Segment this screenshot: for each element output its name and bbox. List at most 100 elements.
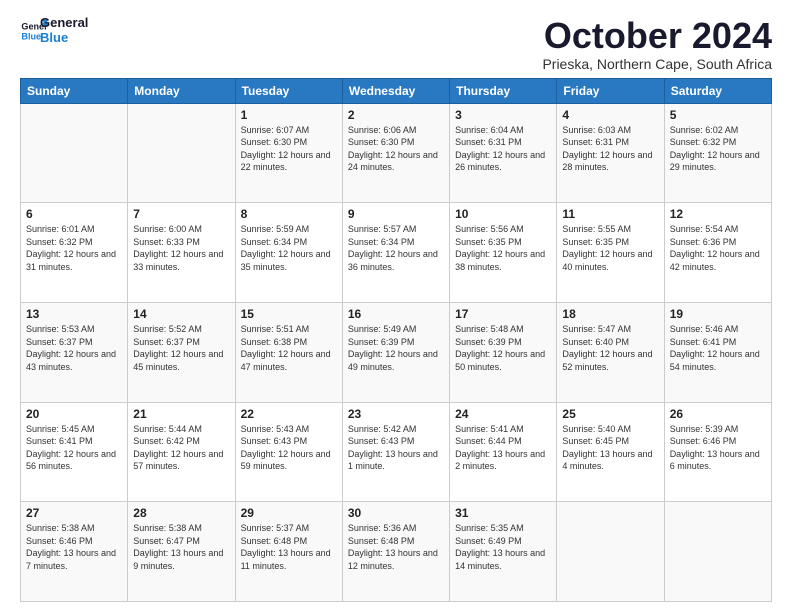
calendar-cell: 8 Sunrise: 5:59 AM Sunset: 6:34 PM Daylig… <box>235 203 342 303</box>
day-number: 2 <box>348 108 444 122</box>
weekday-header-saturday: Saturday <box>664 78 771 103</box>
day-number: 10 <box>455 207 551 221</box>
day-detail: Sunrise: 5:55 AM Sunset: 6:35 PM Dayligh… <box>562 223 658 273</box>
day-detail: Sunrise: 6:02 AM Sunset: 6:32 PM Dayligh… <box>670 124 766 174</box>
weekday-header-wednesday: Wednesday <box>342 78 449 103</box>
day-number: 13 <box>26 307 122 321</box>
day-detail: Sunrise: 5:37 AM Sunset: 6:48 PM Dayligh… <box>241 522 337 572</box>
day-detail: Sunrise: 5:46 AM Sunset: 6:41 PM Dayligh… <box>670 323 766 373</box>
day-detail: Sunrise: 5:56 AM Sunset: 6:35 PM Dayligh… <box>455 223 551 273</box>
day-detail: Sunrise: 5:42 AM Sunset: 6:43 PM Dayligh… <box>348 423 444 473</box>
day-detail: Sunrise: 5:40 AM Sunset: 6:45 PM Dayligh… <box>562 423 658 473</box>
calendar-cell: 4 Sunrise: 6:03 AM Sunset: 6:31 PM Daylig… <box>557 103 664 203</box>
title-block: October 2024 Prieska, Northern Cape, Sou… <box>542 16 772 72</box>
calendar-cell: 28 Sunrise: 5:38 AM Sunset: 6:47 PM Dayli… <box>128 502 235 602</box>
day-number: 1 <box>241 108 337 122</box>
day-number: 22 <box>241 407 337 421</box>
logo: General Blue General Blue <box>20 16 88 46</box>
day-number: 9 <box>348 207 444 221</box>
calendar-cell: 16 Sunrise: 5:49 AM Sunset: 6:39 PM Dayli… <box>342 302 449 402</box>
day-detail: Sunrise: 5:48 AM Sunset: 6:39 PM Dayligh… <box>455 323 551 373</box>
calendar-cell: 19 Sunrise: 5:46 AM Sunset: 6:41 PM Dayli… <box>664 302 771 402</box>
day-number: 8 <box>241 207 337 221</box>
calendar-cell: 14Sunrise: 5:52 AM Sunset: 6:37 PM Dayli… <box>128 302 235 402</box>
calendar-cell: 31Sunrise: 5:35 AM Sunset: 6:49 PM Dayli… <box>450 502 557 602</box>
day-number: 5 <box>670 108 766 122</box>
weekday-header-monday: Monday <box>128 78 235 103</box>
day-number: 25 <box>562 407 658 421</box>
calendar-cell: 5 Sunrise: 6:02 AM Sunset: 6:32 PM Daylig… <box>664 103 771 203</box>
calendar-week-1: 1 Sunrise: 6:07 AM Sunset: 6:30 PM Daylig… <box>21 103 772 203</box>
day-number: 17 <box>455 307 551 321</box>
calendar-cell: 13Sunrise: 5:53 AM Sunset: 6:37 PM Dayli… <box>21 302 128 402</box>
day-detail: Sunrise: 5:59 AM Sunset: 6:34 PM Dayligh… <box>241 223 337 273</box>
calendar-cell: 20 Sunrise: 5:45 AM Sunset: 6:41 PM Dayli… <box>21 402 128 502</box>
calendar-table: SundayMondayTuesdayWednesdayThursdayFrid… <box>20 78 772 602</box>
page-title: October 2024 <box>542 16 772 56</box>
page-header: General Blue General Blue October 2024 P… <box>20 16 772 72</box>
day-detail: Sunrise: 6:07 AM Sunset: 6:30 PM Dayligh… <box>241 124 337 174</box>
weekday-header-row: SundayMondayTuesdayWednesdayThursdayFrid… <box>21 78 772 103</box>
weekday-header-friday: Friday <box>557 78 664 103</box>
calendar-cell: 3Sunrise: 6:04 AM Sunset: 6:31 PM Daylig… <box>450 103 557 203</box>
svg-text:Blue: Blue <box>21 31 41 41</box>
logo-line2: Blue <box>40 31 88 46</box>
weekday-header-tuesday: Tuesday <box>235 78 342 103</box>
day-detail: Sunrise: 5:45 AM Sunset: 6:41 PM Dayligh… <box>26 423 122 473</box>
day-number: 15 <box>241 307 337 321</box>
day-number: 28 <box>133 506 229 520</box>
day-detail: Sunrise: 5:44 AM Sunset: 6:42 PM Dayligh… <box>133 423 229 473</box>
day-number: 11 <box>562 207 658 221</box>
day-number: 24 <box>455 407 551 421</box>
day-number: 26 <box>670 407 766 421</box>
calendar-cell: 23Sunrise: 5:42 AM Sunset: 6:43 PM Dayli… <box>342 402 449 502</box>
calendar-cell: 7 Sunrise: 6:00 AM Sunset: 6:33 PM Daylig… <box>128 203 235 303</box>
calendar-week-2: 6 Sunrise: 6:01 AM Sunset: 6:32 PM Daylig… <box>21 203 772 303</box>
day-number: 4 <box>562 108 658 122</box>
weekday-header-thursday: Thursday <box>450 78 557 103</box>
calendar-cell: 24Sunrise: 5:41 AM Sunset: 6:44 PM Dayli… <box>450 402 557 502</box>
calendar-cell: 11 Sunrise: 5:55 AM Sunset: 6:35 PM Dayli… <box>557 203 664 303</box>
day-detail: Sunrise: 6:06 AM Sunset: 6:30 PM Dayligh… <box>348 124 444 174</box>
day-detail: Sunrise: 5:51 AM Sunset: 6:38 PM Dayligh… <box>241 323 337 373</box>
day-detail: Sunrise: 5:57 AM Sunset: 6:34 PM Dayligh… <box>348 223 444 273</box>
day-detail: Sunrise: 6:00 AM Sunset: 6:33 PM Dayligh… <box>133 223 229 273</box>
calendar-cell: 21Sunrise: 5:44 AM Sunset: 6:42 PM Dayli… <box>128 402 235 502</box>
calendar-week-4: 20 Sunrise: 5:45 AM Sunset: 6:41 PM Dayli… <box>21 402 772 502</box>
day-detail: Sunrise: 5:38 AM Sunset: 6:46 PM Dayligh… <box>26 522 122 572</box>
day-number: 3 <box>455 108 551 122</box>
calendar-cell: 12 Sunrise: 5:54 AM Sunset: 6:36 PM Dayli… <box>664 203 771 303</box>
calendar-cell: 10 Sunrise: 5:56 AM Sunset: 6:35 PM Dayli… <box>450 203 557 303</box>
day-detail: Sunrise: 5:36 AM Sunset: 6:48 PM Dayligh… <box>348 522 444 572</box>
day-detail: Sunrise: 5:38 AM Sunset: 6:47 PM Dayligh… <box>133 522 229 572</box>
day-detail: Sunrise: 5:49 AM Sunset: 6:39 PM Dayligh… <box>348 323 444 373</box>
calendar-cell: 2 Sunrise: 6:06 AM Sunset: 6:30 PM Daylig… <box>342 103 449 203</box>
weekday-header-sunday: Sunday <box>21 78 128 103</box>
calendar-cell <box>664 502 771 602</box>
calendar-cell: 29 Sunrise: 5:37 AM Sunset: 6:48 PM Dayli… <box>235 502 342 602</box>
calendar-cell: 17 Sunrise: 5:48 AM Sunset: 6:39 PM Dayli… <box>450 302 557 402</box>
day-number: 30 <box>348 506 444 520</box>
day-detail: Sunrise: 5:54 AM Sunset: 6:36 PM Dayligh… <box>670 223 766 273</box>
day-number: 27 <box>26 506 122 520</box>
day-number: 18 <box>562 307 658 321</box>
day-number: 16 <box>348 307 444 321</box>
calendar-cell: 30 Sunrise: 5:36 AM Sunset: 6:48 PM Dayli… <box>342 502 449 602</box>
day-number: 19 <box>670 307 766 321</box>
calendar-cell <box>557 502 664 602</box>
logo-line1: General <box>40 16 88 31</box>
day-number: 20 <box>26 407 122 421</box>
day-number: 29 <box>241 506 337 520</box>
day-number: 12 <box>670 207 766 221</box>
day-detail: Sunrise: 6:01 AM Sunset: 6:32 PM Dayligh… <box>26 223 122 273</box>
calendar-cell: 27 Sunrise: 5:38 AM Sunset: 6:46 PM Dayli… <box>21 502 128 602</box>
calendar-week-3: 13Sunrise: 5:53 AM Sunset: 6:37 PM Dayli… <box>21 302 772 402</box>
day-detail: Sunrise: 5:35 AM Sunset: 6:49 PM Dayligh… <box>455 522 551 572</box>
day-detail: Sunrise: 5:43 AM Sunset: 6:43 PM Dayligh… <box>241 423 337 473</box>
calendar-cell: 26Sunrise: 5:39 AM Sunset: 6:46 PM Dayli… <box>664 402 771 502</box>
calendar-cell: 15 Sunrise: 5:51 AM Sunset: 6:38 PM Dayli… <box>235 302 342 402</box>
day-detail: Sunrise: 6:03 AM Sunset: 6:31 PM Dayligh… <box>562 124 658 174</box>
day-number: 6 <box>26 207 122 221</box>
calendar-cell: 1 Sunrise: 6:07 AM Sunset: 6:30 PM Daylig… <box>235 103 342 203</box>
day-number: 7 <box>133 207 229 221</box>
